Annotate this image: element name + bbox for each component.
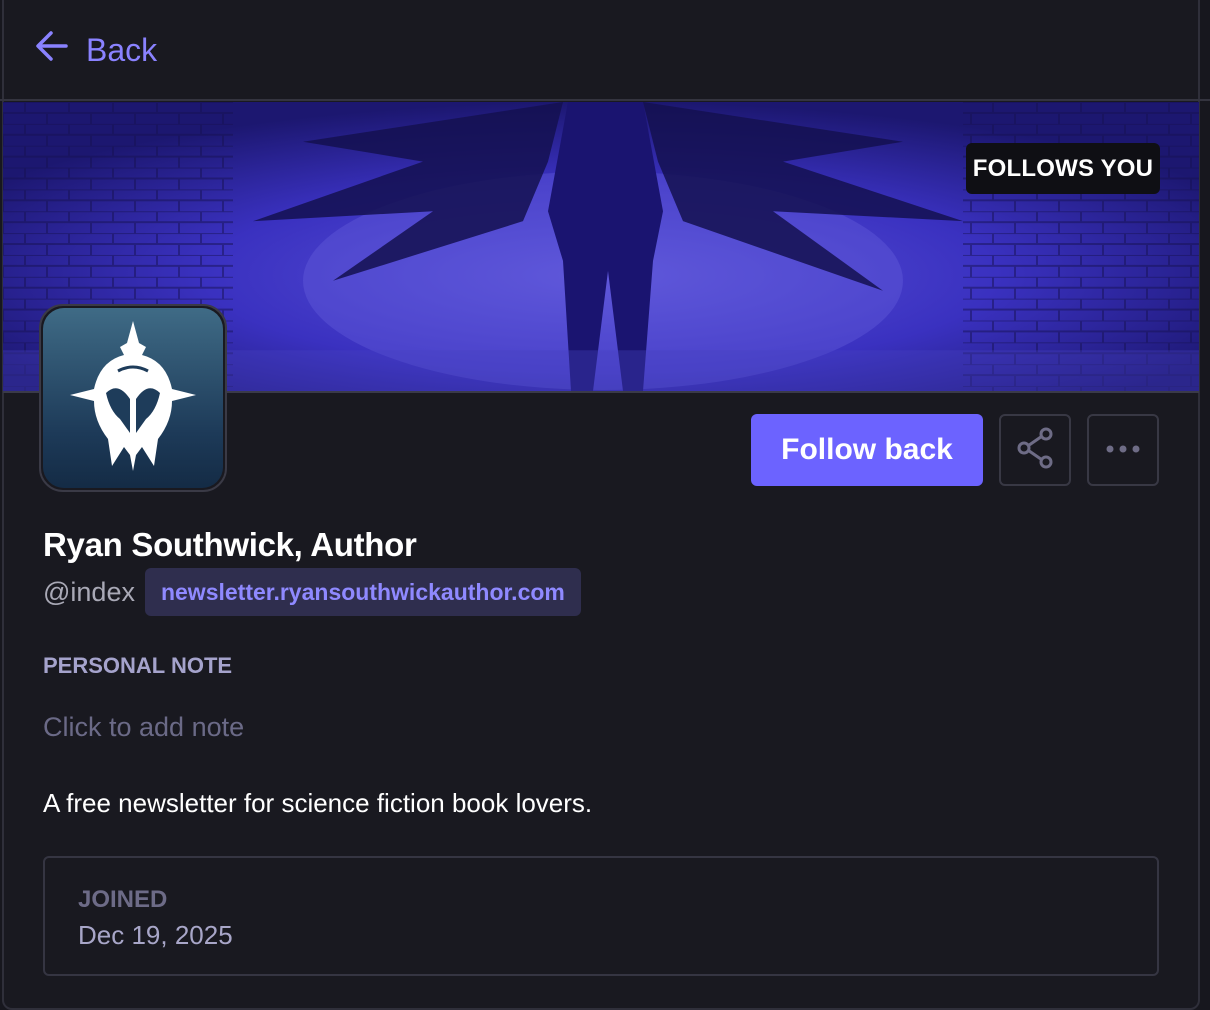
profile-bio: A free newsletter for science fiction bo… <box>43 788 593 818</box>
follow-back-button[interactable]: Follow back <box>751 414 983 486</box>
joined-info-card: JOINED Dec 19, 2025 <box>43 856 1159 976</box>
share-icon <box>1015 426 1055 475</box>
personal-note-input[interactable]: Click to add note <box>43 712 244 743</box>
joined-label: JOINED <box>78 886 168 913</box>
back-button[interactable]: Back <box>34 28 157 72</box>
helmet-logo-icon <box>68 320 198 476</box>
top-bar: Back <box>0 0 1210 101</box>
profile-domain-link[interactable]: newsletter.ryansouthwickauthor.com <box>144 568 581 616</box>
more-horizontal-icon <box>1105 441 1141 459</box>
more-options-button[interactable] <box>1087 414 1159 486</box>
profile-name: Ryan Southwick, Author <box>43 526 417 563</box>
joined-date: Dec 19, 2025 <box>78 920 233 950</box>
share-button[interactable] <box>999 414 1071 486</box>
back-label: Back <box>86 31 158 68</box>
avatar <box>39 304 227 492</box>
follows-you-badge: FOLLOWS YOU <box>966 143 1160 194</box>
arrow-left-icon <box>34 28 70 72</box>
personal-note-label: PERSONAL NOTE <box>43 653 233 678</box>
profile-handle: @index <box>43 576 135 607</box>
handle-row: @index newsletter.ryansouthwickauthor.co… <box>43 568 581 616</box>
